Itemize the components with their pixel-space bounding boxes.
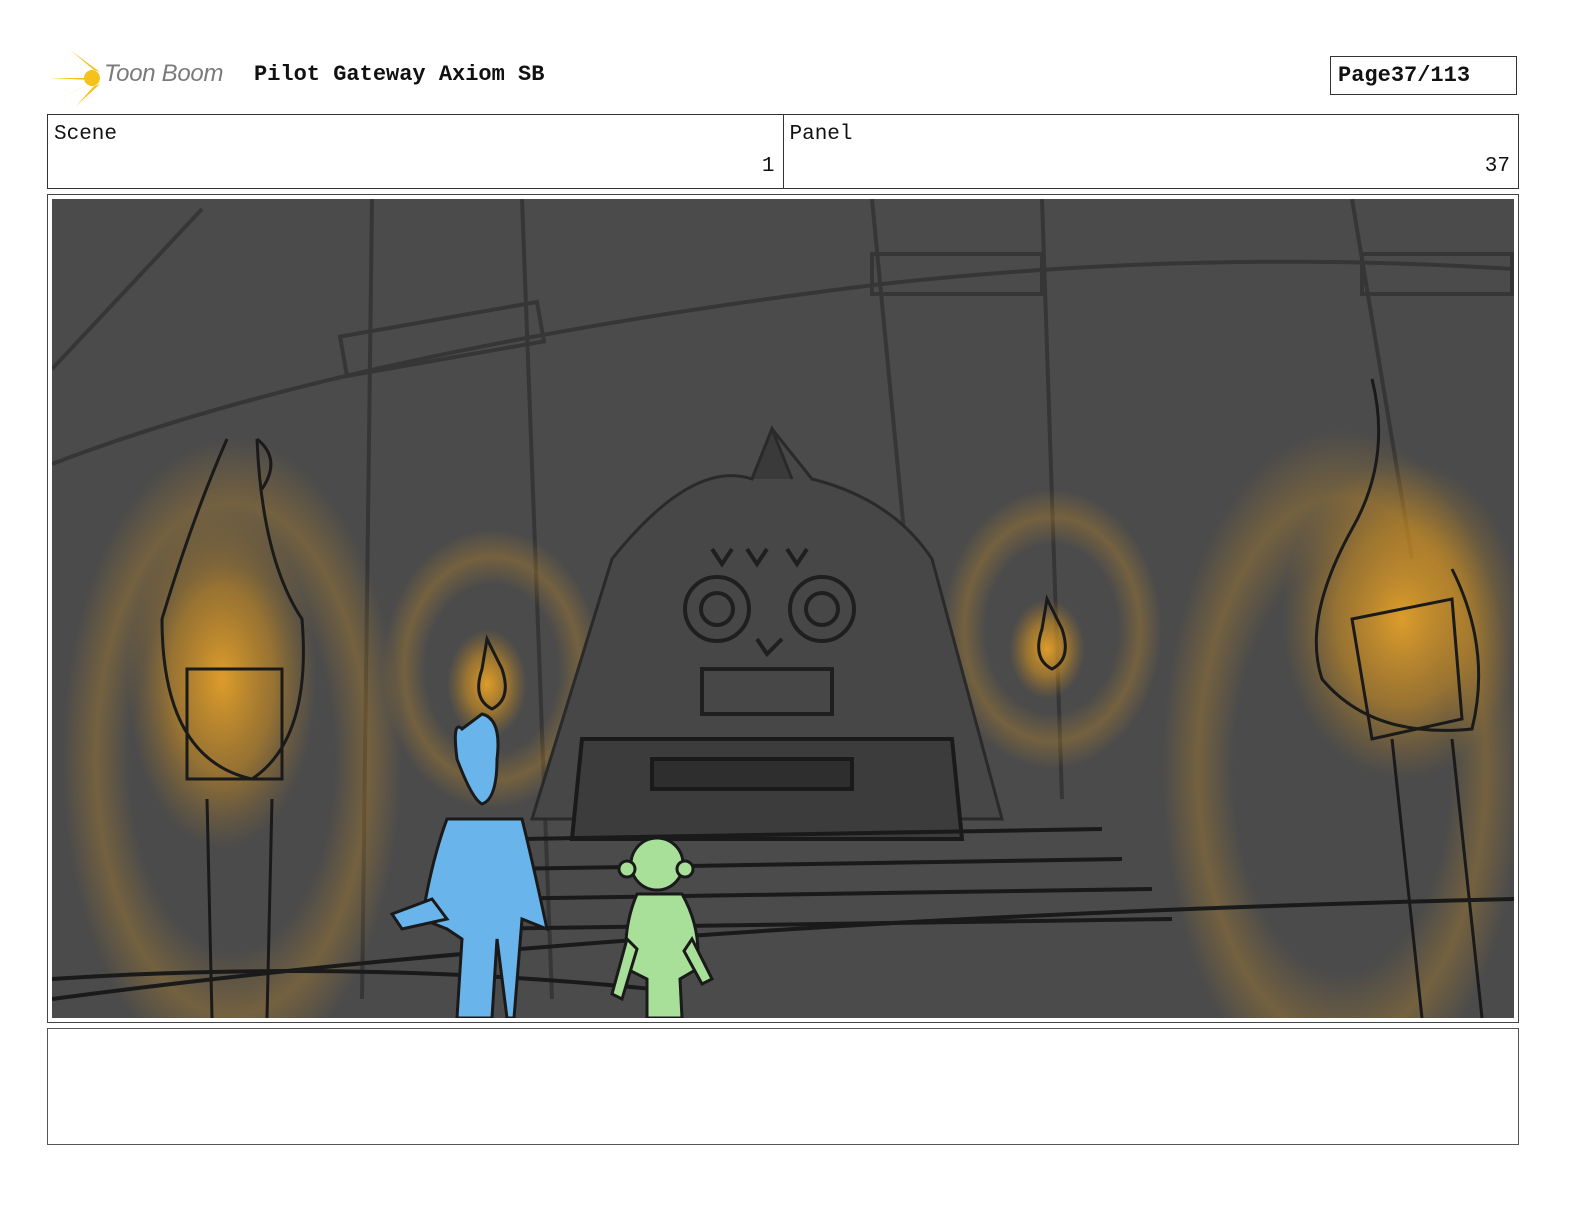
panel-notes-box	[47, 1028, 1519, 1145]
project-title: Pilot Gateway Axiom SB	[254, 62, 545, 87]
scene-label: Scene	[54, 123, 118, 146]
page-value: 37/113	[1390, 63, 1471, 88]
panel-value: 37	[1484, 155, 1510, 178]
scene-panel-info: Scene 1 Panel 37	[47, 114, 1519, 189]
scene-value: 1	[761, 155, 775, 178]
page-label: Page	[1338, 63, 1391, 88]
panel-cell: Panel 37	[782, 115, 1519, 188]
scene-cell: Scene 1	[48, 115, 783, 188]
page-indicator: Page 37/113	[1330, 56, 1517, 95]
logo-text: Toon Boom	[104, 60, 224, 87]
storyboard-panel-image	[52, 199, 1514, 1018]
panel-label: Panel	[789, 123, 853, 146]
